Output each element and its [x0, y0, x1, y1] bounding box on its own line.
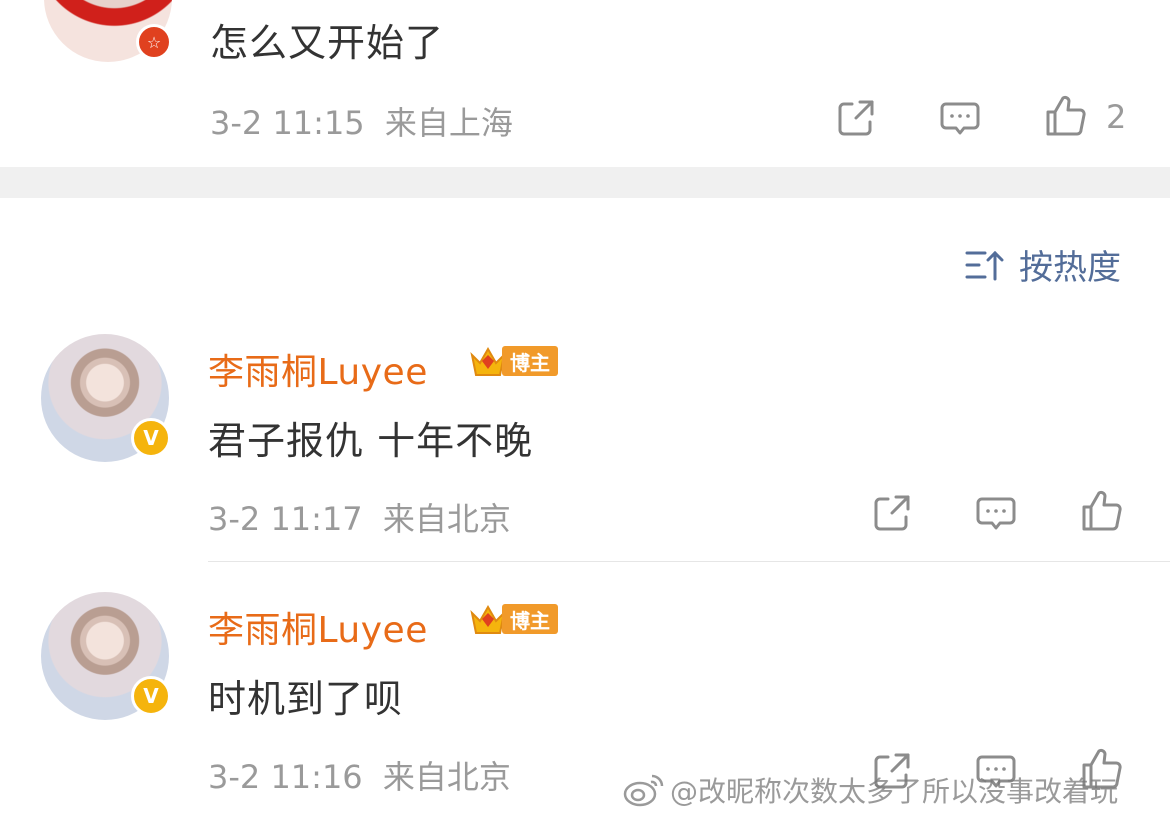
avatar[interactable]: ☆: [44, 0, 172, 62]
blogger-badge: 博主: [468, 602, 558, 636]
comment-time: 3-2 11:17: [208, 500, 363, 538]
avatar[interactable]: V: [41, 334, 171, 462]
like-count: 2: [1106, 98, 1127, 136]
star-badge-icon: ☆: [136, 24, 172, 60]
comment-text: 君子报仇 十年不晚: [208, 419, 534, 463]
blogger-badge-label: 博主: [502, 346, 558, 376]
verified-badge-icon: V: [131, 418, 171, 458]
comment-location: 来自上海: [384, 104, 513, 142]
share-icon[interactable]: [870, 491, 914, 535]
comment-text: 时机到了呗: [208, 677, 404, 721]
username[interactable]: 李雨桐Luyee: [208, 601, 428, 653]
username[interactable]: 李雨桐Luyee: [208, 343, 428, 395]
share-icon[interactable]: [834, 96, 878, 140]
reply-divider: [208, 561, 1170, 562]
watermark: @改昵称次数太多了所以没事改着玩: [622, 770, 1118, 810]
comment-meta: 3-2 11:16 来自北京: [208, 752, 511, 798]
sort-label: 按热度: [1019, 248, 1121, 288]
sort-icon: [965, 250, 1004, 280]
comment-time: 3-2 11:15: [210, 104, 365, 142]
comment-location: 来自北京: [382, 758, 511, 796]
avatar[interactable]: V: [41, 592, 171, 720]
comment-icon[interactable]: [938, 96, 982, 140]
comment-location: 来自北京: [382, 500, 511, 538]
sort-button[interactable]: 按热度: [965, 240, 1121, 289]
section-divider: [0, 167, 1170, 198]
watermark-text: @改昵称次数太多了所以没事改着玩: [670, 775, 1119, 808]
blogger-badge-label: 博主: [502, 604, 558, 634]
weibo-logo-icon: [623, 774, 664, 807]
comment-meta: 3-2 11:17 来自北京: [208, 494, 511, 540]
comment-text: 怎么又开始了: [210, 21, 445, 65]
thumbs-up-icon[interactable]: [1044, 94, 1088, 138]
comment-time: 3-2 11:16: [208, 758, 363, 796]
blogger-badge: 博主: [468, 344, 558, 378]
comment-icon[interactable]: [974, 491, 1018, 535]
verified-badge-icon: V: [131, 676, 171, 716]
comment-meta: 3-2 11:15 来自上海: [210, 98, 513, 144]
thumbs-up-icon[interactable]: [1080, 489, 1124, 533]
